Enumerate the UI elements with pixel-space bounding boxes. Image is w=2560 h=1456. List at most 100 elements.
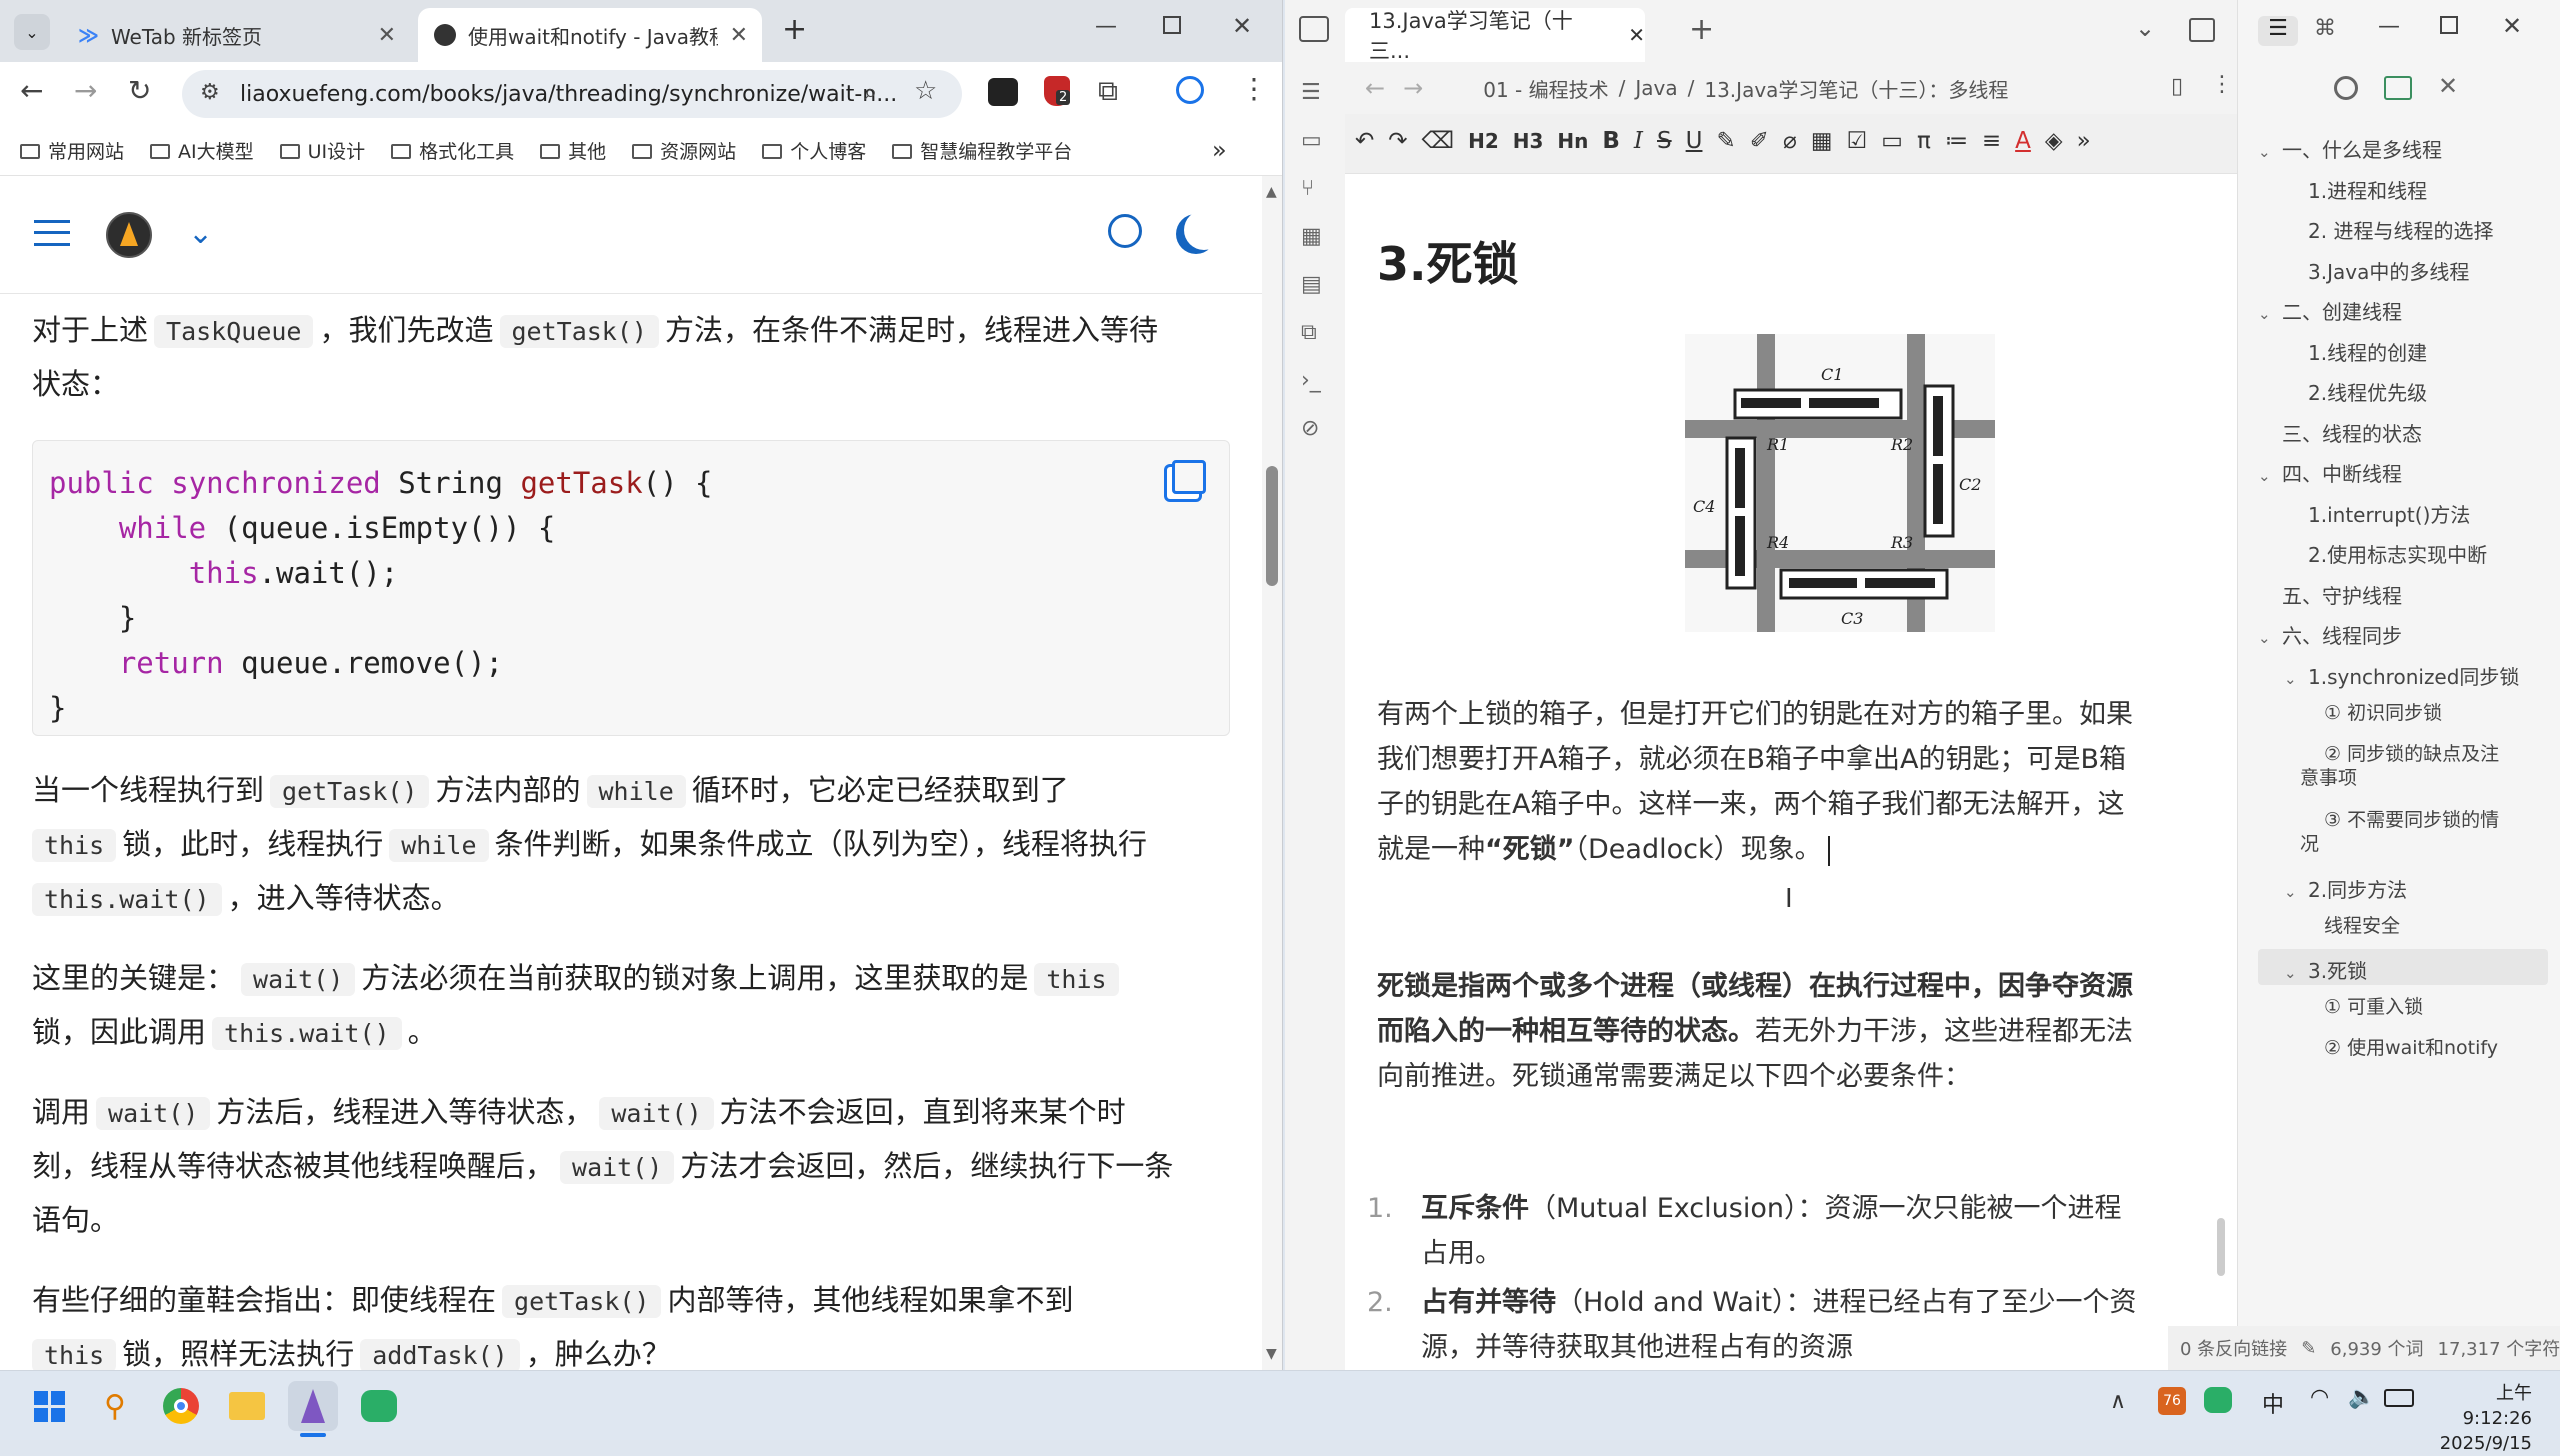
close-window-icon[interactable]: ✕ [2502, 12, 2522, 40]
underline-icon[interactable]: U [1686, 128, 1703, 154]
copy-icon[interactable] [1172, 460, 1206, 494]
h3-button[interactable]: H3 [1513, 129, 1544, 153]
editor-scrollbar-thumb[interactable] [2217, 1218, 2225, 1276]
redo-icon[interactable]: ↷ [1388, 128, 1407, 154]
chevron-down-icon[interactable]: ⌄ [2258, 467, 2274, 485]
outline-item[interactable]: 2. 进程与线程的选择 [2284, 215, 2493, 244]
address-bar[interactable]: ⚙ liaoxuefeng.com/books/java/threading/s… [182, 70, 962, 118]
clear-format-icon[interactable]: ⌫ [1422, 128, 1455, 154]
wifi-icon[interactable]: ◠ [2310, 1385, 2329, 1410]
bookmark-folder[interactable]: AI大模型 [150, 137, 254, 164]
menu-icon[interactable]: ⋮ [1240, 72, 1268, 105]
bookmark-folder[interactable]: 常用网站 [20, 137, 124, 164]
outline-item[interactable]: ⌄ 1.synchronized同步锁 [2284, 661, 2519, 690]
new-tab-button[interactable]: + [782, 12, 807, 47]
split-view-icon[interactable] [2189, 18, 2215, 42]
bg-color-icon[interactable]: ◈ [2045, 128, 2063, 154]
bookmark-folder[interactable]: 资源网站 [632, 137, 736, 164]
chevron-down-icon[interactable]: ⌄ [188, 216, 213, 251]
close-window-icon[interactable]: ✕ [1232, 12, 1252, 40]
outline-item[interactable]: 1.线程的创建 [2284, 337, 2427, 366]
new-tab-button[interactable]: + [1689, 12, 1714, 47]
close-icon[interactable]: ✕ [378, 23, 396, 48]
outline-item[interactable]: 1.interrupt()方法 [2284, 499, 2470, 528]
chevron-down-icon[interactable]: ⌄ [2284, 964, 2300, 982]
outline-item[interactable]: ⌄ 四、中断线程 [2258, 458, 2402, 487]
dark-mode-moon-icon[interactable] [1184, 210, 1224, 250]
expand-all-icon[interactable]: ✕ [2438, 72, 2458, 100]
terminal-icon[interactable]: ›_ [1301, 368, 1321, 393]
zoom-icon[interactable]: ⌕ [864, 78, 877, 106]
back-icon[interactable]: ← [20, 74, 43, 107]
start-windows-icon[interactable] [24, 1381, 74, 1431]
back-icon[interactable]: ← [1365, 74, 1385, 102]
highlight-icon[interactable]: ✎ [1716, 128, 1735, 154]
chevron-down-icon[interactable]: ⌄ [2258, 143, 2274, 161]
more-options-icon[interactable]: ⋮ [2211, 72, 2233, 97]
checkbox-icon[interactable]: ☑ [1847, 128, 1868, 154]
reload-icon[interactable]: ↻ [128, 74, 151, 107]
outline-tab-icon[interactable]: ☰ [2258, 16, 2298, 46]
outline-item[interactable]: ⌄ 3.死锁 [2284, 955, 2367, 984]
maximize-icon[interactable] [1163, 16, 1181, 34]
chevron-down-icon[interactable]: ⌄ [2258, 305, 2274, 323]
chevron-down-icon[interactable]: ⌄ [2135, 14, 2155, 42]
outline-item[interactable]: 3.Java中的多线程 [2284, 256, 2469, 285]
site-info-icon[interactable]: ⚙ [200, 80, 220, 105]
edit-icon[interactable]: ✎ [2301, 1338, 2316, 1359]
extensions-puzzle-icon[interactable]: ⧉ [1098, 74, 1118, 108]
forward-icon[interactable]: → [74, 74, 97, 107]
collapse-all-icon[interactable] [2384, 76, 2412, 100]
outline-item[interactable]: ⌄ 二、创建线程 [2258, 296, 2402, 325]
table-icon[interactable]: ▦ [1811, 128, 1833, 154]
bold-icon[interactable]: B [1602, 128, 1620, 154]
chevron-down-icon[interactable]: ⌄ [2258, 629, 2274, 647]
search-tool-icon[interactable]: ⚲ [90, 1381, 140, 1431]
outline-item[interactable]: 三、线程的状态 [2258, 418, 2422, 447]
maximize-icon[interactable] [2440, 16, 2458, 34]
outline-item[interactable]: 五、守护线程 [2258, 580, 2402, 609]
formula-icon[interactable]: π [1917, 128, 1931, 154]
tab-search-icon[interactable]: ⌄ [14, 14, 50, 50]
hn-button[interactable]: Hn [1557, 129, 1588, 153]
extension-icon[interactable] [988, 78, 1018, 106]
clock[interactable]: 上午 9:12:26 2025/9/15 [2432, 1381, 2532, 1456]
editor-content[interactable]: 3.死锁 C1 C2 C3 C4 R1 R2 R3 R4 有两个上锁的箱子，但是… [1345, 174, 2237, 1370]
chevron-down-icon[interactable]: ⌄ [2284, 883, 2300, 901]
bookmark-folder[interactable]: 个人博客 [762, 137, 866, 164]
edit-icon[interactable]: ✐ [1750, 128, 1769, 154]
tray-app-icon[interactable]: 76 [2158, 1387, 2186, 1415]
outline-item[interactable]: 2.使用标志实现中断 [2284, 539, 2487, 568]
chrome-icon[interactable] [156, 1381, 206, 1431]
file-explorer-icon[interactable] [222, 1381, 272, 1431]
search-icon[interactable] [1108, 214, 1142, 248]
profile-avatar[interactable] [1176, 76, 1204, 104]
outline-item[interactable]: 2.线程优先级 [2284, 377, 2427, 406]
italic-icon[interactable]: I [1634, 128, 1643, 154]
hide-icon[interactable]: ⊘ [1301, 416, 1319, 441]
reading-mode-icon[interactable]: ▯ [2171, 74, 2183, 99]
tab-java-tutorial[interactable]: 使用wait和notify - Java教程 - ✕ [418, 8, 762, 62]
outline-item[interactable]: 线程安全 [2300, 914, 2500, 938]
tray-wechat-icon[interactable] [2204, 1387, 2232, 1413]
list-icon[interactable]: ≔ [1945, 128, 1968, 154]
copy-icon[interactable]: ⧉ [1301, 320, 1317, 345]
strikethrough-icon[interactable]: S [1657, 128, 1672, 154]
sidebar-toggle-icon[interactable] [1299, 16, 1329, 42]
bookmarks-more-button[interactable]: » [1212, 136, 1227, 164]
calendar-icon[interactable]: ▤ [1301, 272, 1322, 297]
h2-button[interactable]: H2 [1468, 129, 1499, 153]
tab-wetab[interactable]: ≫ WeTab 新标签页 ✕ [62, 8, 410, 62]
volume-muted-icon[interactable]: 🔈 [2348, 1385, 2375, 1410]
outline-item[interactable]: ② 同步锁的缺点及注意事项 [2300, 742, 2500, 790]
outline-item[interactable]: ② 使用wait和notify [2300, 1036, 2500, 1060]
hamburger-menu-icon[interactable] [34, 220, 70, 246]
scroll-down-icon[interactable]: ▼ [1266, 1346, 1277, 1362]
close-icon[interactable]: ✕ [1628, 23, 1645, 47]
tab-document[interactable]: 13.Java学习笔记（十三... ✕ [1345, 8, 1645, 63]
close-icon[interactable]: ✕ [730, 23, 748, 48]
tag-icon[interactable]: ⌘ [2314, 16, 2336, 41]
bookmark-folder[interactable]: 其他 [540, 137, 606, 164]
comment-icon[interactable]: ▭ [1881, 128, 1903, 154]
outline-item[interactable]: ⌄ 2.同步方法 [2284, 874, 2407, 903]
